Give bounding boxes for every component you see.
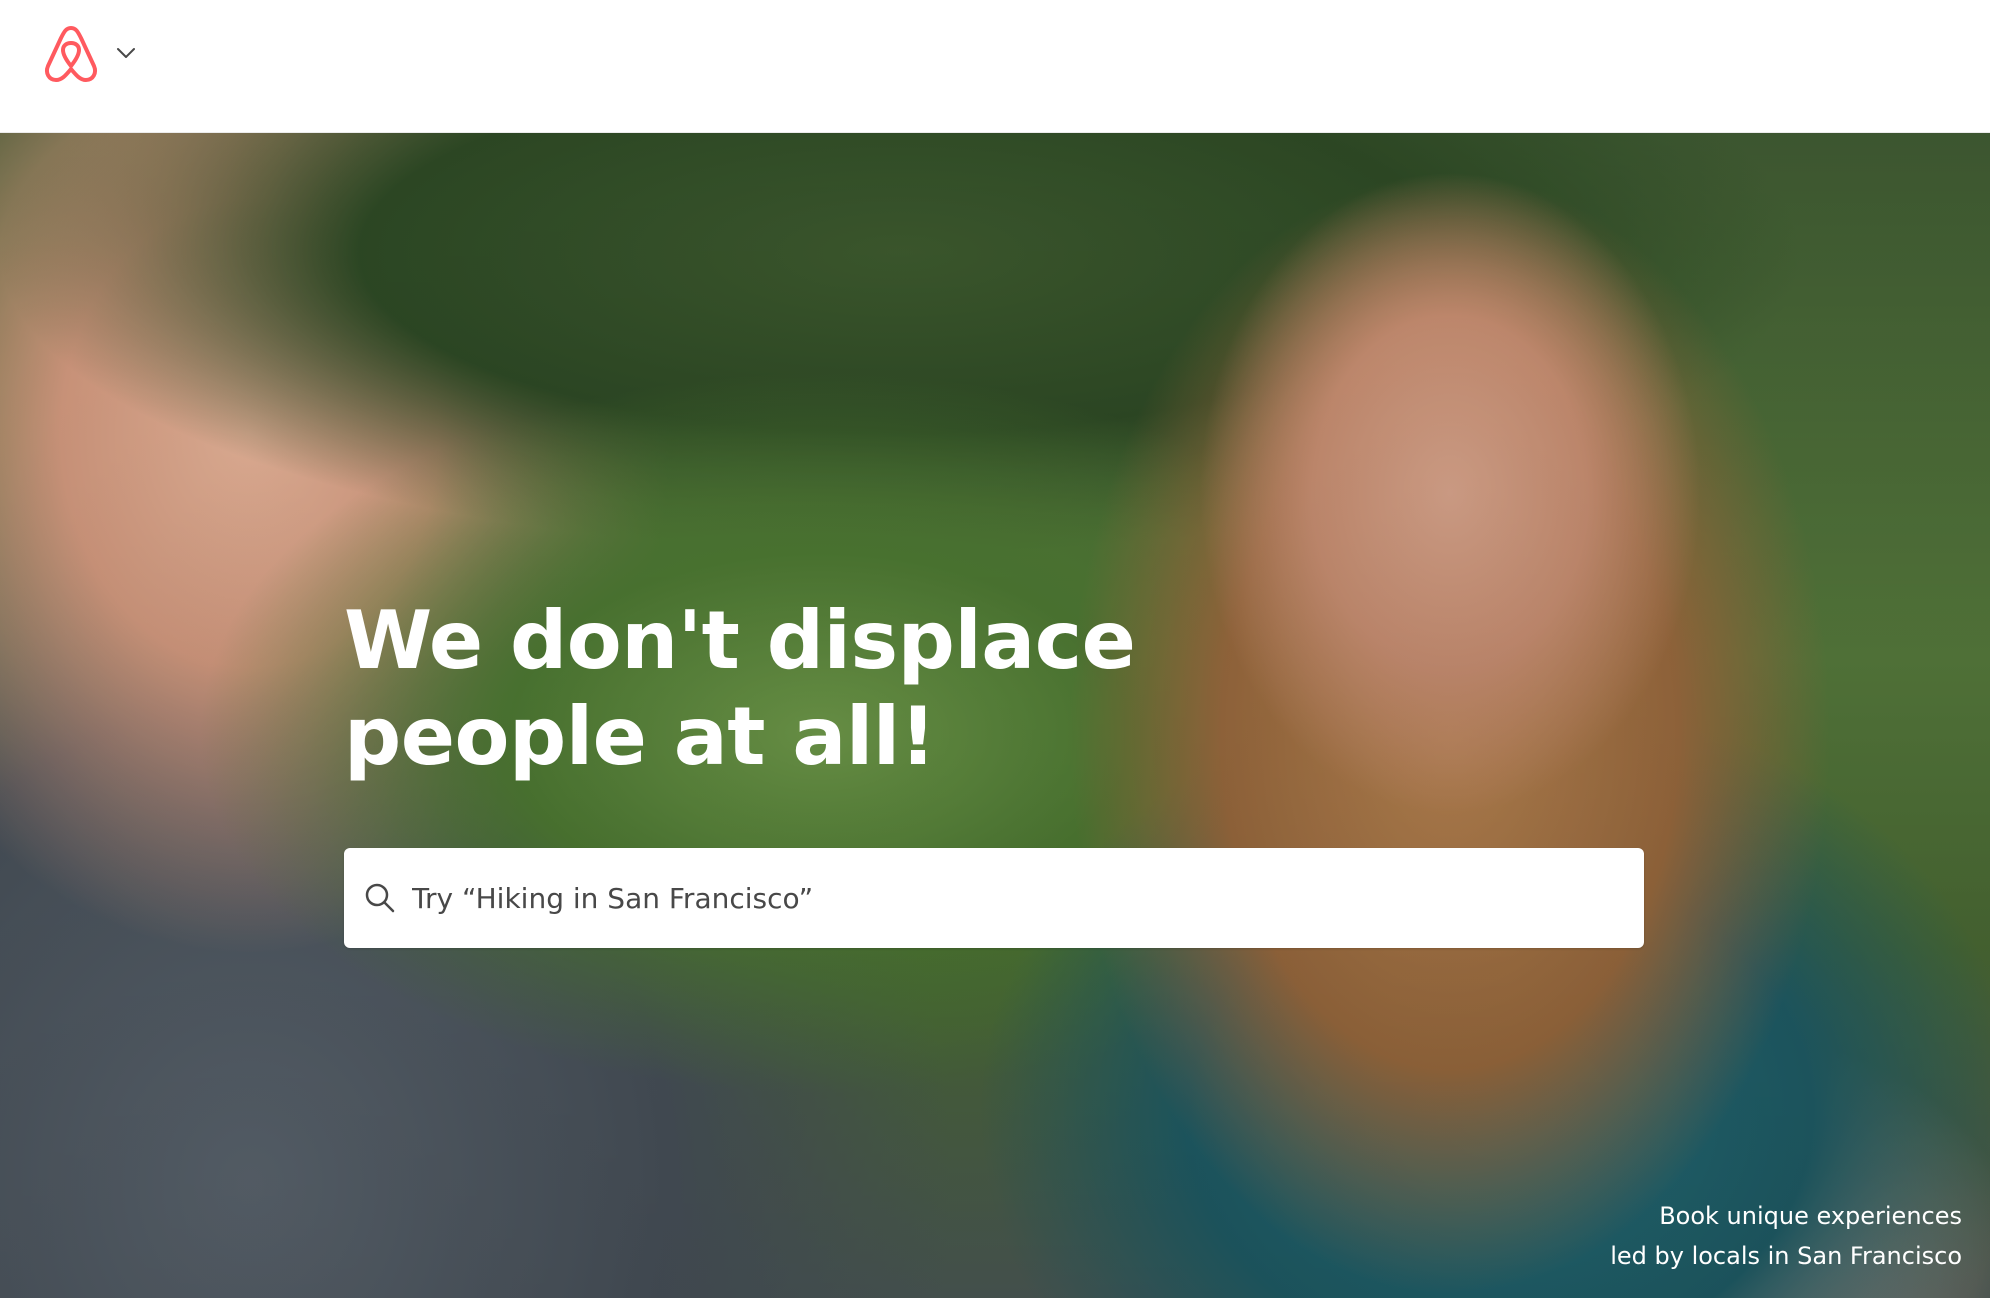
caption-line-1: Book unique experiences	[1659, 1202, 1962, 1230]
search-bar[interactable]	[344, 848, 1644, 948]
top-navigation-bar	[0, 0, 1990, 133]
search-icon	[364, 882, 396, 914]
caption-line-2: led by locals in San Francisco	[1610, 1242, 1962, 1270]
hero-caption: Book unique experiences led by locals in…	[1610, 1196, 1962, 1276]
logo-menu-button[interactable]	[40, 18, 160, 88]
hero-headline: We don't displace people at all!	[344, 594, 1136, 783]
chevron-down-icon	[116, 47, 136, 59]
airbnb-logo-icon	[40, 20, 102, 86]
hero-banner: We don't displace people at all! Book un…	[0, 133, 1990, 1298]
search-input[interactable]	[410, 880, 1594, 916]
